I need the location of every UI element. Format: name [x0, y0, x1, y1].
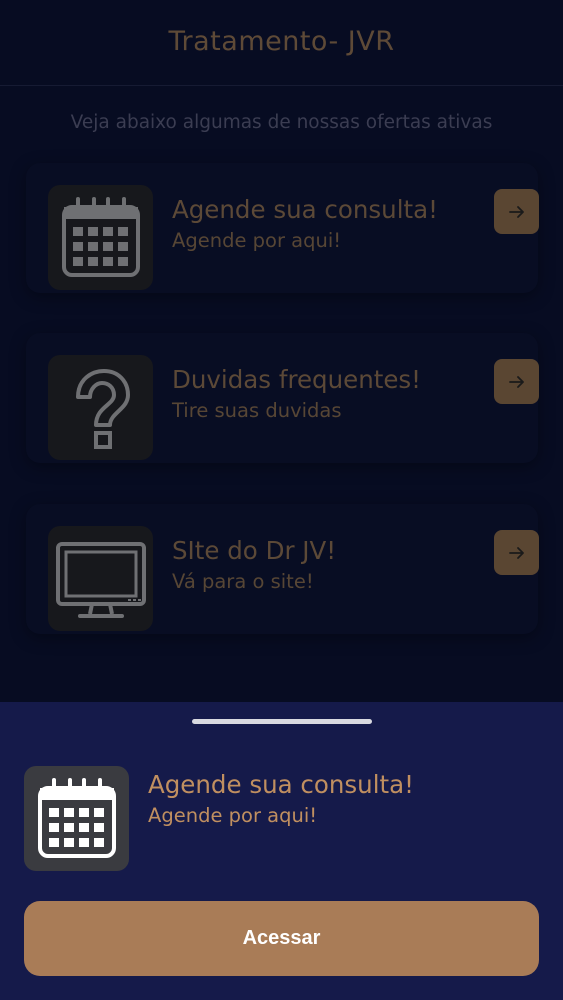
nav-header: Tratamento- JVR — [0, 0, 563, 86]
monitor-icon — [48, 526, 153, 631]
offer-card-website[interactable]: SIte do Dr JV! Vá para o site! — [26, 504, 539, 634]
offer-subtitle: Tire suas duvidas — [172, 399, 342, 422]
arrow-right-icon — [508, 205, 524, 218]
offer-title: Duvidas frequentes! — [172, 365, 421, 394]
offer-arrow-button[interactable] — [494, 530, 539, 575]
sheet-title: Agende sua consulta! — [148, 770, 414, 799]
offer-title: SIte do Dr JV! — [172, 536, 337, 565]
calendar-icon — [48, 185, 153, 290]
offer-subtitle: Agende por aqui! — [172, 229, 342, 252]
offer-arrow-button[interactable] — [494, 359, 539, 404]
arrow-right-icon — [508, 375, 524, 388]
calendar-icon — [24, 766, 129, 871]
offer-card-faq[interactable]: Duvidas frequentes! Tire suas duvidas — [26, 333, 539, 463]
offer-card-schedule[interactable]: Agende sua consulta! Agende por aqui! — [26, 163, 539, 293]
sheet-subtitle: Agende por aqui! — [148, 804, 318, 827]
bottom-sheet: Agende sua consulta! Agende por aqui! Ac… — [0, 702, 563, 1000]
offer-arrow-button[interactable] — [494, 189, 539, 234]
offer-title: Agende sua consulta! — [172, 195, 438, 224]
offer-subtitle: Vá para o site! — [172, 570, 314, 593]
access-button[interactable]: Acessar — [24, 901, 539, 976]
offers-intro: Veja abaixo algumas de nossas ofertas at… — [70, 112, 493, 133]
offers-page: Tratamento- JVR Veja abaixo algumas de n… — [0, 0, 563, 702]
arrow-right-icon — [508, 546, 524, 559]
page-title: Tratamento- JVR — [168, 26, 395, 57]
question-icon — [48, 355, 153, 460]
sheet-grabber-handle[interactable] — [192, 719, 372, 724]
